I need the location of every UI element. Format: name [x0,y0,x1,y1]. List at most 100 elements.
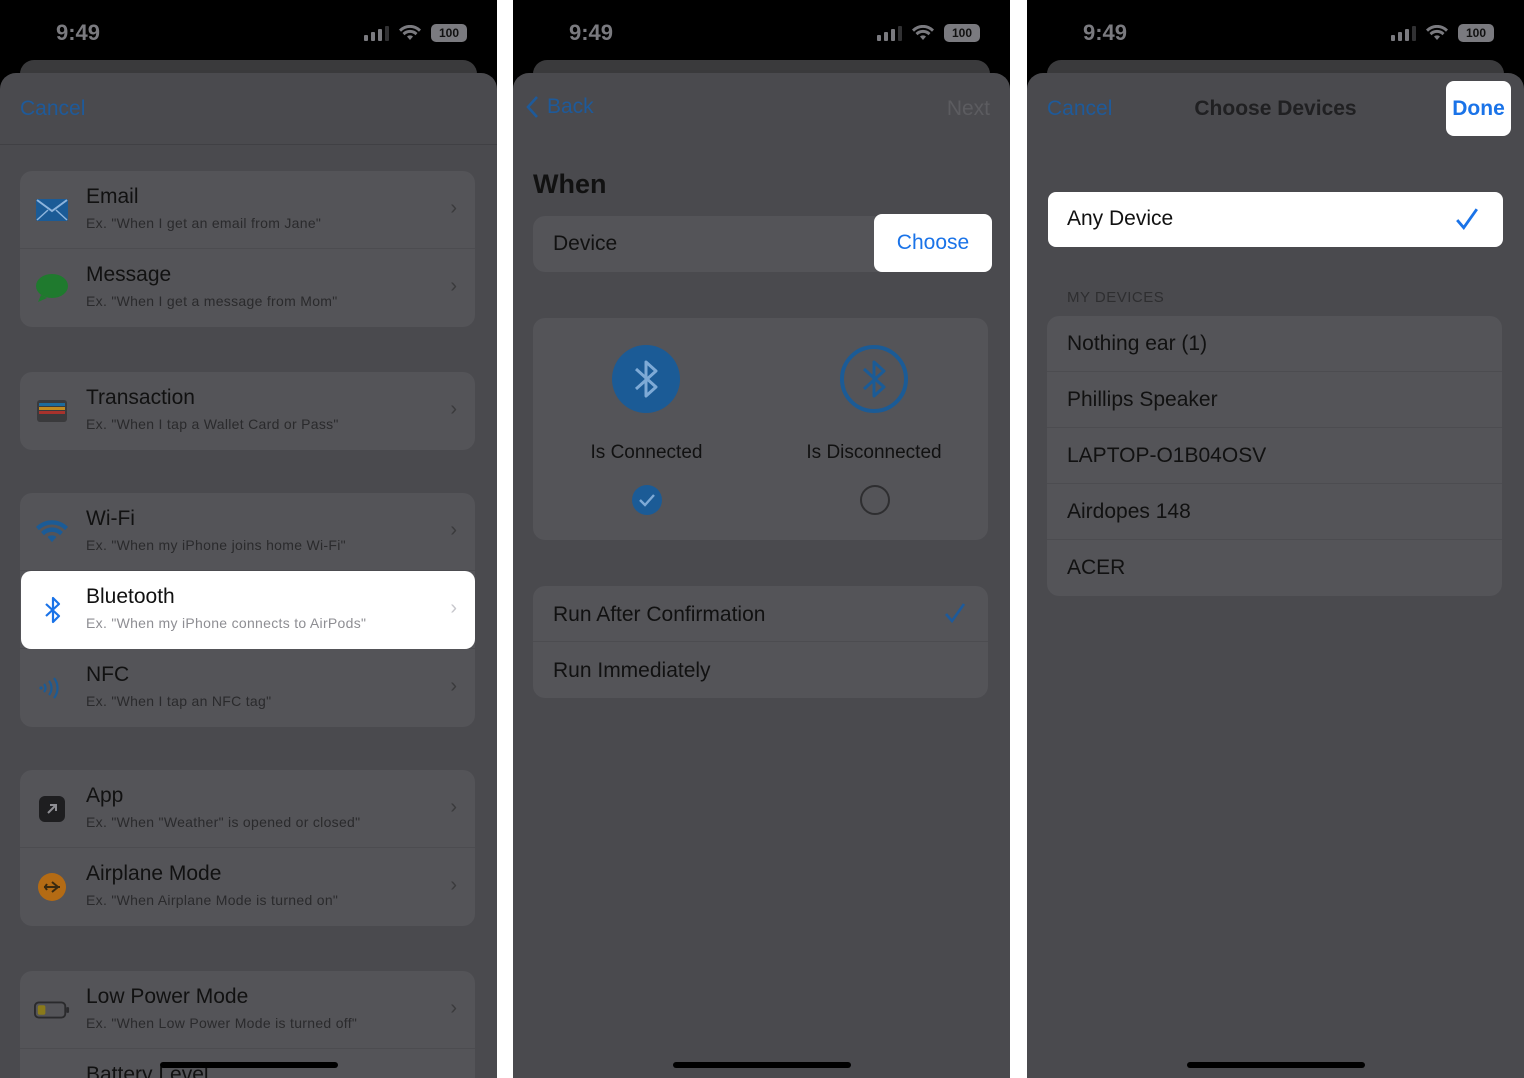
device-row[interactable]: Phillips Speaker [1047,372,1502,428]
airplane-icon [34,870,70,904]
back-label: Back [547,95,594,118]
any-device-label: Any Device [1067,207,1174,230]
row-title: App [86,784,124,807]
my-devices-list: Nothing ear (1) Phillips Speaker LAPTOP-… [1047,316,1502,596]
trigger-row-airplane[interactable]: Airplane Mode Ex. "When Airplane Mode is… [20,848,475,926]
radio-empty-icon [860,485,890,515]
row-title: Run After Confirmation [553,603,766,626]
row-title: Email [86,185,139,208]
low-battery-icon [34,993,70,1027]
row-subtitle: Ex. "When I get an email from Jane" [86,215,322,231]
row-title: Airplane Mode [86,862,222,885]
checkmark-icon [945,603,966,624]
is-connected-label: Is Connected [590,442,703,463]
row-title: Low Power Mode [86,985,249,1008]
battery-icon: 100 [944,24,980,42]
status-bar: 9:49 100 [0,0,497,62]
bluetooth-outline-icon [840,345,908,413]
device-row[interactable]: Nothing ear (1) [1047,316,1502,372]
nfc-icon [34,671,70,705]
chevron-right-icon: › [450,796,457,818]
checkmark-circle-filled-icon [632,485,662,515]
home-indicator [1186,1062,1365,1068]
row-subtitle: Ex. "When my iPhone joins home Wi-Fi" [86,537,346,553]
section-header-my-devices: MY DEVICES [1067,289,1165,306]
chevron-right-icon: › [450,197,457,219]
next-button[interactable]: Next [947,97,990,121]
phone-trigger-list: 9:49 100 Cancel Email Ex. "When I get an… [0,0,497,1078]
app-icon [34,792,70,826]
battery-icon: 100 [1458,24,1494,42]
chevron-right-icon: › [450,519,457,541]
row-title: Run Immediately [553,659,711,682]
device-row[interactable]: ACER [1047,540,1502,596]
device-name: Nothing ear (1) [1067,332,1208,355]
status-bar: 9:49 100 [1027,0,1524,62]
row-title: Bluetooth [86,585,175,608]
option-is-disconnected[interactable]: Is Disconnected [760,318,988,540]
row-subtitle: Ex. "When Low Power Mode is turned off" [86,1015,358,1031]
trigger-group-wallet: Transaction Ex. "When I tap a Wallet Car… [20,372,475,450]
trigger-row-transaction[interactable]: Transaction Ex. "When I tap a Wallet Car… [20,372,475,450]
status-time: 9:49 [56,20,101,45]
battery-icon: 100 [431,24,467,42]
home-indicator [159,1062,338,1068]
done-button[interactable]: Done [1446,81,1511,136]
checkmark-icon [1456,208,1478,231]
status-time: 9:49 [1083,20,1128,45]
bluetooth-icon [35,593,71,627]
run-mode-group: Run After Confirmation Run Immediately [533,586,988,698]
message-icon [34,271,70,305]
chevron-right-icon: › [450,997,457,1019]
wifi-icon [399,25,421,40]
trigger-group-communication: Email Ex. "When I get an email from Jane… [20,171,475,327]
row-title: NFC [86,663,130,686]
trigger-row-nfc[interactable]: NFC Ex. "When I tap an NFC tag" › [20,649,475,727]
cancel-button[interactable]: Cancel [20,97,85,121]
device-name: Phillips Speaker [1067,388,1218,411]
chevron-right-icon: › [450,597,457,619]
trigger-row-wifi[interactable]: Wi-Fi Ex. "When my iPhone joins home Wi-… [20,493,475,571]
device-name: ACER [1067,556,1126,579]
any-device-row[interactable]: Any Device [1048,192,1503,247]
row-subtitle: Ex. "When I tap a Wallet Card or Pass" [86,416,339,432]
divider [0,144,497,145]
row-title: Message [86,263,172,286]
run-immediately-row[interactable]: Run Immediately [533,642,988,698]
connection-state-group: Is Connected Is Disconnected [533,318,988,540]
back-button[interactable]: Back [525,95,594,119]
mail-icon [34,193,70,227]
device-row[interactable]: LAPTOP-O1B04OSV [1047,428,1502,484]
status-bar: 9:49 100 [513,0,1010,62]
chevron-right-icon: › [450,275,457,297]
trigger-row-app[interactable]: App Ex. "When "Weather" is opened or clo… [20,770,475,848]
wifi-icon [912,25,934,40]
phone-choose-devices: 9:49 100 Cancel Choose Devices MY DEVICE… [1027,0,1524,1078]
device-name: LAPTOP-O1B04OSV [1067,444,1267,467]
row-subtitle: Ex. "When I tap an NFC tag" [86,693,272,709]
choose-button[interactable]: Choose [874,214,992,272]
cellular-signal-icon [877,25,902,41]
is-disconnected-label: Is Disconnected [806,442,942,463]
device-row[interactable]: Airdopes 148 [1047,484,1502,540]
bluetooth-filled-icon [612,345,680,413]
chevron-right-icon: › [450,874,457,896]
option-is-connected[interactable]: Is Connected [533,318,760,540]
trigger-row-bluetooth[interactable]: Bluetooth Ex. "When my iPhone connects t… [21,571,475,649]
run-after-confirmation-row[interactable]: Run After Confirmation [533,586,988,642]
trigger-row-email[interactable]: Email Ex. "When I get an email from Jane… [20,171,475,249]
trigger-row-low-power[interactable]: Low Power Mode Ex. "When Low Power Mode … [20,971,475,1049]
wifi-icon [1426,25,1448,40]
device-label: Device [553,232,618,255]
wallet-icon [34,394,70,428]
trigger-row-message[interactable]: Message Ex. "When I get a message from M… [20,249,475,327]
row-subtitle: Ex. "When my iPhone connects to AirPods" [86,615,367,631]
cellular-signal-icon [1391,25,1416,41]
home-indicator [672,1062,851,1068]
status-time: 9:49 [569,20,614,45]
device-name: Airdopes 148 [1067,500,1191,523]
chevron-right-icon: › [450,398,457,420]
row-title: Wi-Fi [86,507,135,530]
row-subtitle: Ex. "When Airplane Mode is turned on" [86,892,339,908]
phone-bluetooth-config: 9:49 100 Back Next When Device Is Connec… [513,0,1010,1078]
